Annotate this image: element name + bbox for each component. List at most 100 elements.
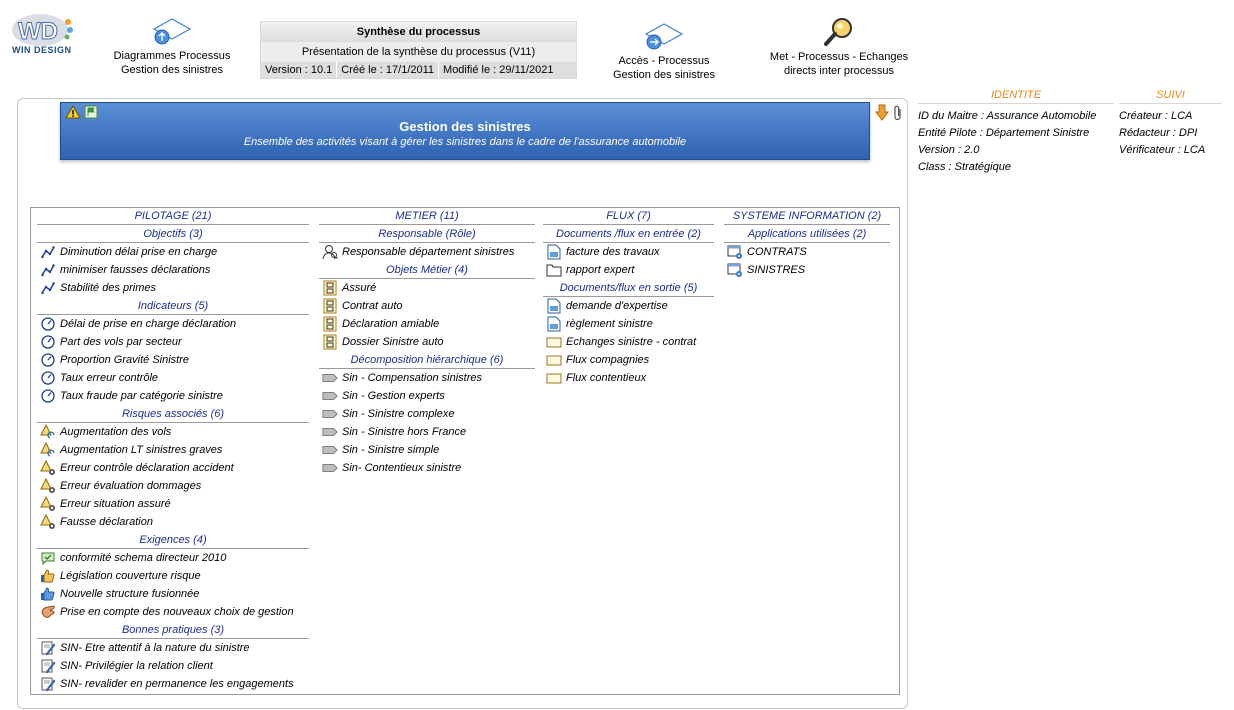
application-item[interactable]: SINISTRES bbox=[724, 261, 890, 279]
acces-link-line1: Accès - Processus bbox=[618, 55, 710, 67]
exigence-item[interactable]: Nouvelle structure fusionnée bbox=[37, 585, 309, 603]
risque-item[interactable]: Fausse déclaration bbox=[37, 513, 309, 531]
warning-icon[interactable] bbox=[65, 105, 81, 119]
flux-entree-header: Documents /flux en entrée (2) bbox=[543, 226, 714, 243]
download-arrow-icon[interactable] bbox=[875, 104, 889, 122]
risque-item[interactable]: Erreur situation assuré bbox=[37, 495, 309, 513]
indicateur-item[interactable]: Délai de prise en charge déclaration bbox=[37, 315, 309, 333]
risque-item[interactable]: Augmentation LT sinistres graves bbox=[37, 441, 309, 459]
indicateur-item[interactable]: Taux erreur contrôle bbox=[37, 369, 309, 387]
subprocess-item[interactable]: Sin - Sinistre hors France bbox=[319, 423, 535, 441]
subprocess-item[interactable]: Sin- Contentieux sinistre bbox=[319, 459, 535, 477]
suivi-line: Rédacteur : DPI bbox=[1119, 127, 1198, 139]
flux-entree-item[interactable]: facture des travaux bbox=[543, 243, 714, 261]
objet-label: Dossier Sinistre auto bbox=[342, 336, 444, 348]
flux-label: demande d'expertise bbox=[566, 300, 668, 312]
risque-item[interactable]: Erreur évaluation dommages bbox=[37, 477, 309, 495]
identite-panel: IDENTITE ID du Maitre : Assurance Automo… bbox=[918, 89, 1114, 176]
indicateurs-header: Indicateurs (5) bbox=[37, 298, 309, 315]
pratique-label: SIN- Privilégier la relation client bbox=[60, 660, 213, 672]
synthese-subtitle: Présentation de la synthèse du processus… bbox=[301, 46, 536, 58]
exigence-item[interactable]: conformité schema directeur 2010 bbox=[37, 549, 309, 567]
edit-document-icon bbox=[40, 640, 56, 656]
objectifs-header: Objectifs (3) bbox=[37, 226, 309, 243]
subprocess-item[interactable]: Sin - Gestion experts bbox=[319, 387, 535, 405]
objet-item[interactable]: Déclaration amiable bbox=[319, 315, 535, 333]
pratique-item[interactable]: SIN- revalider en permanence les engagem… bbox=[37, 675, 309, 693]
objective-trend-icon bbox=[40, 280, 56, 296]
flux-entree-item[interactable]: rapport expert bbox=[543, 261, 714, 279]
message-flow-icon bbox=[546, 370, 562, 386]
flux-sortie-item[interactable]: règlement sinistre bbox=[543, 315, 714, 333]
pratique-label: SIN- revalider en permanence les engagem… bbox=[60, 678, 294, 690]
objectif-item[interactable]: minimiser fausses déclarations bbox=[37, 261, 309, 279]
synthese-title: Synthèse du processus bbox=[261, 22, 576, 42]
flux-label: rapport expert bbox=[566, 264, 635, 276]
banner-subtitle: Ensemble des activités visant à gérer le… bbox=[243, 136, 687, 148]
subprocess-item[interactable]: Sin - Sinistre simple bbox=[319, 441, 535, 459]
application-item[interactable]: CONTRATS bbox=[724, 243, 890, 261]
pratique-label: SIN- Etre attentif à la nature du sinist… bbox=[60, 642, 250, 654]
subprocess-item[interactable]: Sin - Sinistre complexe bbox=[319, 405, 535, 423]
responsable-item[interactable]: Responsable département sinistres bbox=[319, 243, 535, 261]
indicateur-item[interactable]: Proportion Gravité Sinistre bbox=[37, 351, 309, 369]
synthese-modified: Modifié le : 29/11/2021 bbox=[443, 64, 554, 76]
flux-sortie-item[interactable]: Echanges sinistre - contrat bbox=[543, 333, 714, 351]
process-banner[interactable]: Gestion des sinistres Ensemble des activ… bbox=[60, 102, 870, 160]
objet-item[interactable]: Assuré bbox=[319, 279, 535, 297]
subprocess-label: Sin- Contentieux sinistre bbox=[342, 462, 462, 474]
document-icon bbox=[546, 298, 562, 314]
application-label: SINISTRES bbox=[747, 264, 806, 276]
business-object-icon bbox=[322, 298, 338, 314]
flux-header: FLUX (7) bbox=[543, 208, 714, 225]
document-icon bbox=[546, 244, 562, 260]
met-process-link[interactable]: Met - Processus - Echanges directs inter… bbox=[766, 16, 912, 78]
pratique-item[interactable]: SIN- Privilégier la relation client bbox=[37, 657, 309, 675]
pratique-item[interactable]: SIN- Etre attentif à la nature du sinist… bbox=[37, 639, 309, 657]
risque-item[interactable]: Augmentation des vols bbox=[37, 423, 309, 441]
flux-sortie-item[interactable]: Flux compagnies bbox=[543, 351, 714, 369]
exigence-label: Législation couverture risque bbox=[60, 570, 201, 582]
objet-item[interactable]: Dossier Sinistre auto bbox=[319, 333, 535, 351]
indicateur-item[interactable]: Taux fraude par catégorie sinistre bbox=[37, 387, 309, 405]
objectif-label: Stabilité des primes bbox=[60, 282, 156, 294]
objectif-item[interactable]: Stabilité des primes bbox=[37, 279, 309, 297]
identite-title: IDENTITE bbox=[918, 89, 1114, 104]
hand-icon bbox=[40, 604, 56, 620]
indicateur-label: Taux fraude par catégorie sinistre bbox=[60, 390, 223, 402]
process-frame: Gestion des sinistres Ensemble des activ… bbox=[17, 98, 908, 709]
indicateur-label: Taux erreur contrôle bbox=[60, 372, 159, 384]
application-window-icon bbox=[727, 262, 743, 278]
exigence-item[interactable]: Législation couverture risque bbox=[37, 567, 309, 585]
met-link-line1: Met - Processus - Echanges bbox=[769, 51, 909, 63]
message-flow-icon bbox=[546, 352, 562, 368]
gauge-icon bbox=[40, 334, 56, 350]
objet-label: Assuré bbox=[342, 282, 377, 294]
business-object-icon bbox=[322, 316, 338, 332]
exigence-item[interactable]: Prise en compte des nouveaux choix de ge… bbox=[37, 603, 309, 621]
flux-sortie-item[interactable]: demande d'expertise bbox=[543, 297, 714, 315]
responsable-header: Responsable (Rôle) bbox=[319, 226, 535, 243]
flux-sortie-header: Documents/flux en sortie (5) bbox=[543, 280, 714, 297]
flux-sortie-item[interactable]: Flux contentieux bbox=[543, 369, 714, 387]
flag-icon[interactable] bbox=[84, 105, 98, 119]
subprocess-item[interactable]: Sin - Compensation sinistres bbox=[319, 369, 535, 387]
attachment-icon[interactable] bbox=[893, 104, 903, 122]
exigence-label: conformité schema directeur 2010 bbox=[60, 552, 227, 564]
risque-label: Erreur situation assuré bbox=[60, 498, 171, 510]
objet-item[interactable]: Contrat auto bbox=[319, 297, 535, 315]
indicateur-item[interactable]: Part des vols par secteur bbox=[37, 333, 309, 351]
objective-trend-icon bbox=[40, 244, 56, 260]
suivi-panel: SUIVI Créateur : LCA Rédacteur : DPI Vér… bbox=[1119, 89, 1222, 159]
objectif-item[interactable]: Diminution délai prise en charge bbox=[37, 243, 309, 261]
risque-label: Erreur évaluation dommages bbox=[60, 480, 202, 492]
gauge-icon bbox=[40, 316, 56, 332]
identite-line: Entité Pilote : Département Sinistre bbox=[918, 127, 1090, 139]
risque-label: Fausse déclaration bbox=[60, 516, 153, 528]
application-label: CONTRATS bbox=[747, 246, 807, 258]
si-column: SYSTEME INFORMATION (2) Applications uti… bbox=[724, 208, 890, 279]
diagrams-process-link[interactable]: Diagrammes Processus Gestion des sinistr… bbox=[110, 17, 234, 77]
acces-process-link[interactable]: Accès - Processus Gestion des sinistres bbox=[604, 22, 724, 82]
risque-item[interactable]: Erreur contrôle déclaration accident bbox=[37, 459, 309, 477]
message-flow-icon bbox=[546, 334, 562, 350]
